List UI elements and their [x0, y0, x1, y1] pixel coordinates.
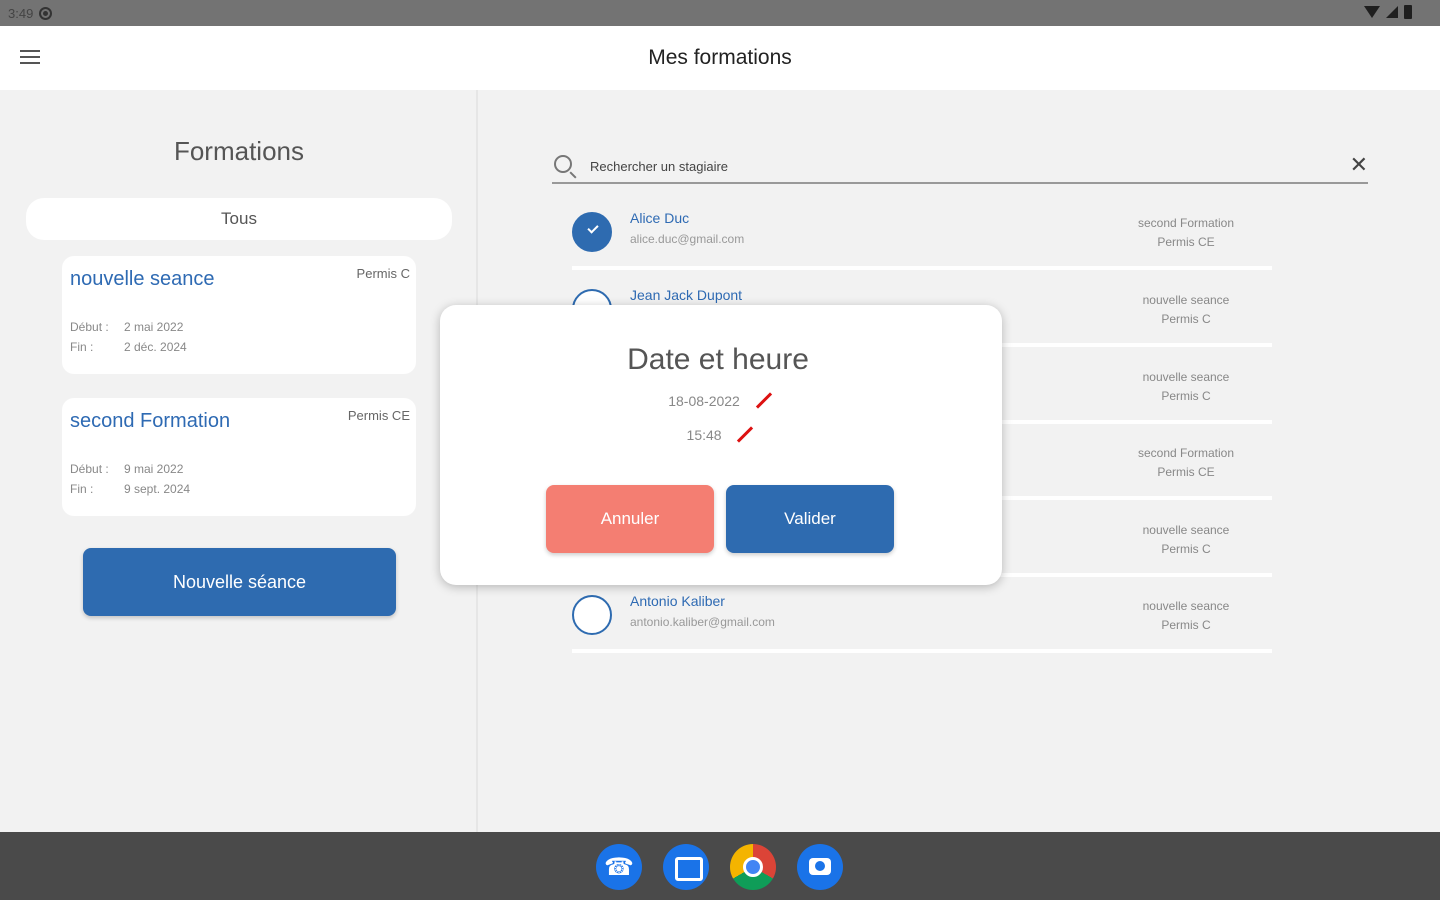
trainee-checkbox[interactable] [572, 595, 612, 635]
dialog-date: 18-08-2022 [668, 393, 740, 409]
status-bar: 3:49 [0, 0, 1440, 26]
cancel-button[interactable]: Annuler [546, 485, 714, 553]
trainee-course-name: nouvelle seance [1142, 293, 1230, 307]
phone-icon[interactable] [596, 844, 642, 890]
taskbar [0, 832, 1440, 900]
trainee-name: Antonio Kaliber [630, 593, 725, 609]
trainee-course: second Formation Permis CE [1116, 444, 1256, 482]
trainee-course-license: Permis CE [1157, 235, 1215, 249]
trainee-email: alice.duc@gmail.com [630, 232, 745, 246]
dialog-date-row: 18-08-2022 [440, 392, 1002, 409]
trainee-course-license: Permis C [1161, 312, 1211, 326]
search-input[interactable] [590, 154, 1330, 178]
status-time: 3:49 [8, 6, 53, 21]
trainee-checkbox[interactable] [572, 212, 612, 252]
trainee-row[interactable]: Antonio Kaliber antonio.kaliber@gmail.co… [572, 583, 1272, 653]
trainee-name: Jean Jack Dupont [630, 287, 743, 303]
camera-icon[interactable] [797, 844, 843, 890]
formation-card-title: second Formation [70, 410, 231, 432]
battery-icon [1404, 5, 1412, 19]
status-time-text: 3:49 [8, 6, 34, 21]
trainee-course: nouvelle seance Permis C [1116, 521, 1256, 559]
confirm-button[interactable]: Valider [726, 485, 894, 553]
app-dock [596, 844, 843, 890]
messages-icon[interactable] [663, 844, 709, 890]
signal-icon [1386, 6, 1398, 18]
trainee-course-license: Permis C [1161, 542, 1211, 556]
search-icon [554, 155, 572, 173]
dialog-time-row: 15:48 [440, 426, 1002, 443]
start-value: 2 mai 2022 [124, 320, 184, 334]
trainee-row[interactable]: Alice Duc alice.duc@gmail.com second For… [572, 200, 1272, 270]
end-value: 2 déc. 2024 [124, 340, 187, 354]
filter-all-button[interactable]: Tous [26, 198, 452, 240]
trainee-email: antonio.kaliber@gmail.com [630, 615, 775, 629]
settings-icon [39, 7, 53, 20]
trainee-course-name: nouvelle seance [1142, 599, 1230, 613]
date-time-dialog: Date et heure 18-08-2022 15:48 Annuler V… [440, 305, 1002, 585]
formation-card[interactable]: second Formation Permis CE Début : 9 mai… [62, 398, 416, 516]
end-label: Fin : [70, 340, 94, 354]
trainee-course: second Formation Permis CE [1116, 214, 1256, 252]
chrome-icon[interactable] [730, 844, 776, 890]
trainee-course: nouvelle seance Permis C [1116, 597, 1256, 635]
dialog-title: Date et heure [627, 343, 809, 376]
trainee-course: nouvelle seance Permis C [1116, 368, 1256, 406]
system-icons [1364, 5, 1412, 19]
wifi-icon [1364, 6, 1380, 18]
close-icon[interactable]: ✕ [1350, 154, 1368, 176]
trainee-course: nouvelle seance Permis C [1116, 291, 1256, 329]
trainee-course-license: Permis CE [1157, 465, 1215, 479]
formation-card-end: Fin : 2 déc. 2024 [70, 340, 187, 354]
formations-title: Formations [173, 136, 305, 166]
end-label: Fin : [70, 482, 94, 496]
trainee-name: Alice Duc [630, 210, 690, 226]
trainee-course-license: Permis C [1161, 618, 1211, 632]
trainee-course-license: Permis C [1161, 389, 1211, 403]
page-title: Mes formations [648, 46, 792, 69]
start-label: Début : [70, 462, 109, 476]
formation-card-title: nouvelle seance [70, 268, 215, 290]
app-bar: Mes formations [0, 26, 1440, 90]
formation-card-start: Début : 9 mai 2022 [70, 462, 183, 476]
formations-pane: Formations Tous nouvelle seance Permis C… [0, 90, 478, 832]
end-value: 9 sept. 2024 [124, 482, 191, 496]
trainee-course-name: second Formation [1137, 446, 1235, 460]
trainee-course-name: second Formation [1137, 216, 1235, 230]
formation-card[interactable]: nouvelle seance Permis C Début : 2 mai 2… [62, 256, 416, 374]
trainee-search: ✕ [552, 150, 1368, 184]
new-session-button[interactable]: Nouvelle séance [83, 548, 396, 616]
start-value: 9 mai 2022 [124, 462, 184, 476]
start-label: Début : [70, 320, 109, 334]
edit-time-pencil-icon[interactable] [737, 426, 754, 443]
formation-card-type: Permis CE [347, 408, 410, 423]
trainee-course-name: nouvelle seance [1142, 370, 1230, 384]
formation-card-end: Fin : 9 sept. 2024 [70, 482, 190, 496]
edit-date-pencil-icon[interactable] [755, 392, 772, 409]
formation-card-type: Permis C [356, 266, 410, 281]
trainee-course-name: nouvelle seance [1142, 523, 1230, 537]
dialog-time: 15:48 [686, 427, 722, 443]
formation-card-start: Début : 2 mai 2022 [70, 320, 183, 334]
